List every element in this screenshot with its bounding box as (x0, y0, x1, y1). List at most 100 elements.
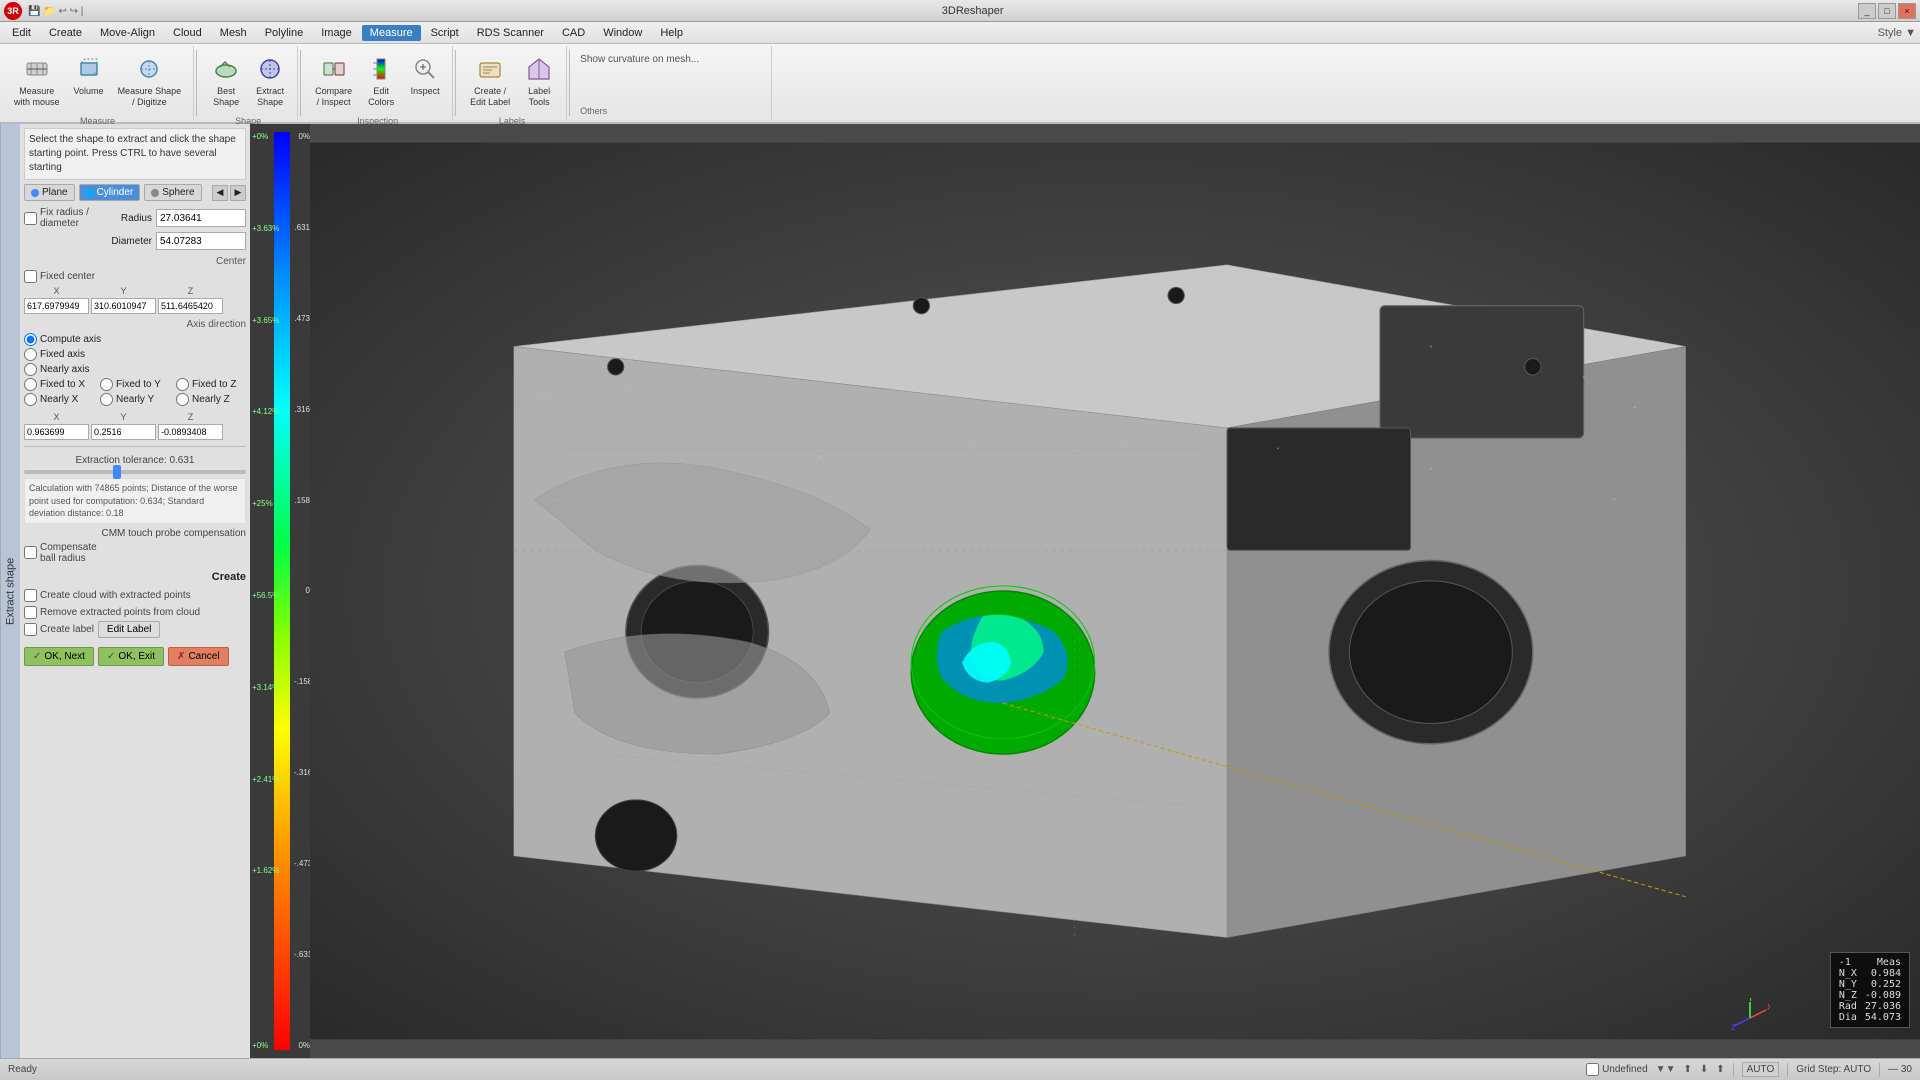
edit-label-button[interactable]: Edit Label (98, 621, 160, 638)
extract-shape-button[interactable]: ExtractShape (249, 50, 291, 112)
ok-exit-button[interactable]: ✓ OK, Exit (98, 647, 164, 666)
edit-colors-button[interactable]: EditColors (360, 50, 402, 112)
create-cloud-checkbox-label[interactable]: Create cloud with extracted points (24, 589, 246, 602)
tolerance-slider-track[interactable] (24, 470, 246, 474)
scale-pct-4: +25% (252, 499, 278, 508)
cylinder-tab[interactable]: Cylinder (79, 184, 141, 201)
center-z-input[interactable] (158, 298, 223, 314)
menu-image[interactable]: Image (313, 25, 360, 41)
best-shape-button[interactable]: BestShape (205, 50, 247, 112)
remove-cloud-checkbox-label[interactable]: Remove extracted points from cloud (24, 606, 246, 619)
remove-cloud-checkbox[interactable] (24, 606, 37, 619)
undefined-checkbox[interactable] (1586, 1063, 1599, 1076)
menu-measure[interactable]: Measure (362, 25, 421, 41)
nearly-z-radio[interactable] (176, 393, 189, 406)
radius-input[interactable] (156, 209, 246, 227)
filter-icon-2[interactable]: ⬆ (1683, 1064, 1691, 1075)
menu-cloud[interactable]: Cloud (165, 25, 210, 41)
menu-move-align[interactable]: Move-Align (92, 25, 163, 41)
nearly-axis-radio-label[interactable]: Nearly axis (24, 363, 89, 376)
filter-icon-3[interactable]: ⬇ (1700, 1064, 1708, 1075)
measure-with-mouse-button[interactable]: Measurewith mouse (8, 50, 66, 112)
status-ready-text: Ready (8, 1064, 1570, 1075)
info-dia-label: Dia (1839, 1012, 1857, 1023)
compensate-ball-checkbox[interactable] (24, 546, 37, 559)
x-header: X (24, 286, 89, 296)
sphere-tab[interactable]: Sphere (144, 184, 201, 201)
compute-axis-radio-label[interactable]: Compute axis (24, 333, 101, 346)
filter-icon-1[interactable]: ▼▼ (1656, 1064, 1676, 1075)
scale-pct-0: +0% (252, 132, 278, 141)
create-label-checkbox-label[interactable]: Create label (24, 623, 94, 636)
fixed-x-label: Fixed to X (40, 379, 85, 390)
nearly-y-radio[interactable] (100, 393, 113, 406)
extract-shape-tab[interactable]: Extract shape (0, 124, 20, 1058)
menu-rds-scanner[interactable]: RDS Scanner (469, 25, 552, 41)
inspect-label: Inspect (411, 86, 440, 97)
fixed-center-checkbox-label[interactable]: Fixed center (24, 270, 95, 283)
menu-polyline[interactable]: Polyline (257, 25, 312, 41)
fix-radius-checkbox[interactable] (24, 212, 37, 225)
menu-script[interactable]: Script (423, 25, 467, 41)
dir-y-input[interactable] (91, 424, 156, 440)
viewport[interactable]: -1 Meas N_X 0.984 N_Y 0.252 N_Z -0.089 R… (310, 124, 1920, 1058)
diameter-input[interactable] (156, 232, 246, 250)
nearly-axis-radio[interactable] (24, 363, 37, 376)
fixed-y-radio[interactable] (100, 378, 113, 391)
nearly-z-radio-label[interactable]: Nearly Z (176, 393, 230, 406)
nearly-x-radio-label[interactable]: Nearly X (24, 393, 94, 406)
ok-next-button[interactable]: ✓ OK, Next (24, 647, 94, 666)
info-dia-value: 54.073 (1865, 1012, 1901, 1023)
style-dropdown[interactable]: Style ▼ (1878, 27, 1916, 39)
info-nx-label: N_X (1839, 968, 1857, 979)
center-header: Center (24, 256, 246, 267)
inspect-button[interactable]: Inspect (404, 50, 446, 101)
dir-z-input[interactable] (158, 424, 223, 440)
center-y-input[interactable] (91, 298, 156, 314)
filter-icon-4[interactable]: ⬆ (1716, 1064, 1724, 1075)
tab-next-arrow[interactable]: ▶ (230, 185, 246, 201)
fixed-z-radio-label[interactable]: Fixed to Z (176, 378, 236, 391)
fixed-y-radio-label[interactable]: Fixed to Y (100, 378, 170, 391)
grid-step-label: Grid Step: AUTO (1796, 1064, 1871, 1075)
menu-help[interactable]: Help (652, 25, 691, 41)
compare-inspect-button[interactable]: Compare/ Inspect (309, 50, 358, 112)
label-tools-button[interactable]: LabelTools (518, 50, 560, 112)
best-shape-icon (211, 54, 241, 84)
minimize-button[interactable]: _ (1858, 3, 1876, 19)
create-edit-label-button[interactable]: Create /Edit Label (464, 50, 516, 112)
measure-shape-button[interactable]: Measure Shape/ Digitize (112, 50, 188, 112)
close-button[interactable]: × (1898, 3, 1916, 19)
plane-tab[interactable]: Plane (24, 184, 75, 201)
compensate-ball-checkbox-label[interactable]: Compensateball radius (24, 542, 97, 564)
cancel-button[interactable]: ✗ Cancel (168, 647, 229, 666)
fixed-x-radio-label[interactable]: Fixed to X (24, 378, 94, 391)
menu-cad[interactable]: CAD (554, 25, 593, 41)
create-label-checkbox[interactable] (24, 623, 37, 636)
tab-prev-arrow[interactable]: ◀ (212, 185, 228, 201)
nearly-y-radio-label[interactable]: Nearly Y (100, 393, 170, 406)
maximize-button[interactable]: □ (1878, 3, 1896, 19)
volume-button[interactable]: Volume (68, 50, 110, 101)
fixed-axis-radio-label[interactable]: Fixed axis (24, 348, 85, 361)
volume-icon (74, 54, 104, 84)
fix-radius-checkbox-label[interactable]: Fix radius / diameter (24, 207, 117, 229)
fixed-axis-radio[interactable] (24, 348, 37, 361)
undefined-checkbox-label[interactable]: Undefined (1586, 1063, 1648, 1076)
menu-mesh[interactable]: Mesh (212, 25, 255, 41)
fixed-x-radio[interactable] (24, 378, 37, 391)
center-x-input[interactable] (24, 298, 89, 314)
fixed-center-checkbox[interactable] (24, 270, 37, 283)
tolerance-slider-thumb[interactable] (113, 465, 121, 479)
create-cloud-checkbox[interactable] (24, 589, 37, 602)
titlebar: 3R 💾 📁 ↩ ↪ | 3DReshaper _ □ × (0, 0, 1920, 22)
show-curvature-text[interactable]: Show curvature on mesh... (580, 54, 699, 65)
titlebar-controls[interactable]: _ □ × (1858, 3, 1916, 19)
dir-x-input[interactable] (24, 424, 89, 440)
menu-window[interactable]: Window (595, 25, 650, 41)
nearly-x-radio[interactable] (24, 393, 37, 406)
compute-axis-radio[interactable] (24, 333, 37, 346)
menu-create[interactable]: Create (41, 25, 90, 41)
menu-edit[interactable]: Edit (4, 25, 39, 41)
fixed-z-radio[interactable] (176, 378, 189, 391)
